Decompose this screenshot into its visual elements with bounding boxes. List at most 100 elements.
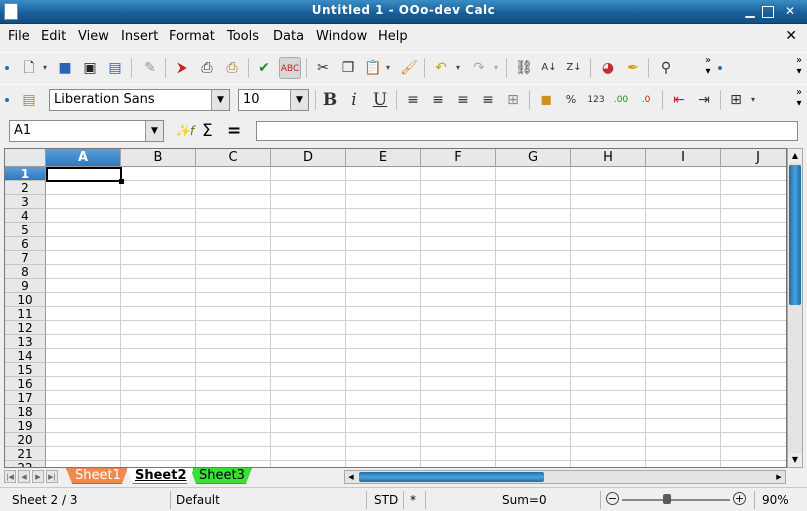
- italic-button[interactable]: i: [343, 89, 365, 111]
- chevron-down-icon[interactable]: ▼: [145, 121, 163, 141]
- redo-icon[interactable]: ↷: [468, 57, 490, 79]
- column-header-a[interactable]: A: [46, 149, 121, 167]
- row-header-10[interactable]: 10: [5, 293, 46, 307]
- row-header-2[interactable]: 2: [5, 181, 46, 195]
- zoom-slider-thumb[interactable]: [663, 494, 671, 504]
- chevron-down-icon[interactable]: ▼: [211, 90, 229, 110]
- auto-spellcheck-icon[interactable]: ABC: [279, 57, 301, 79]
- new-dropdown-icon[interactable]: ▾: [43, 63, 47, 72]
- menu-help[interactable]: Help: [378, 29, 408, 44]
- sheet-tab-sheet1[interactable]: Sheet1: [66, 468, 128, 484]
- close-document-button[interactable]: ✕: [785, 28, 797, 44]
- column-header-c[interactable]: C: [196, 149, 271, 167]
- zoom-in-button[interactable]: +: [733, 492, 746, 505]
- row-header-21[interactable]: 21: [5, 447, 46, 461]
- row-header-12[interactable]: 12: [5, 321, 46, 335]
- menu-format[interactable]: Format: [169, 29, 215, 44]
- menu-edit[interactable]: Edit: [41, 29, 66, 44]
- sum-display[interactable]: Sum=0: [502, 493, 547, 507]
- maximize-button[interactable]: [762, 6, 774, 18]
- row-header-1[interactable]: 1: [5, 167, 46, 181]
- column-header-d[interactable]: D: [271, 149, 346, 167]
- last-sheet-icon[interactable]: ▶|: [46, 470, 58, 483]
- align-center-icon[interactable]: ≡: [427, 89, 449, 111]
- name-box[interactable]: A1 ▼: [9, 120, 164, 142]
- menu-window[interactable]: Window: [316, 29, 367, 44]
- row-header-6[interactable]: 6: [5, 237, 46, 251]
- menu-file[interactable]: File: [8, 29, 30, 44]
- function-button[interactable]: =: [227, 120, 241, 142]
- align-left-icon[interactable]: ≡: [402, 89, 424, 111]
- borders-dropdown-icon[interactable]: ▾: [751, 95, 755, 104]
- styles-formatting-icon[interactable]: ▤: [18, 89, 40, 111]
- spreadsheet-grid[interactable]: ABCDEFGHIJ 1 2 3 4 5 6 7 8 9 10 11 12 13 14 15 16 17 18 19…: [4, 148, 787, 468]
- cell-area[interactable]: [46, 167, 786, 467]
- row-header-5[interactable]: 5: [5, 223, 46, 237]
- font-name-combo[interactable]: Liberation Sans ▼: [49, 89, 230, 111]
- scroll-left-icon[interactable]: ◀: [345, 471, 357, 483]
- currency-icon[interactable]: ◼: [535, 89, 557, 111]
- number-format-button[interactable]: 123: [585, 89, 607, 111]
- fill-handle[interactable]: [119, 179, 124, 184]
- merge-cells-icon[interactable]: ⊞: [502, 89, 524, 111]
- toolbar-grip-icon[interactable]: [5, 98, 9, 102]
- toolbar-grip-icon[interactable]: [5, 66, 9, 70]
- delete-decimal-icon[interactable]: .0: [635, 89, 657, 111]
- add-decimal-icon[interactable]: .00: [610, 89, 632, 111]
- row-header-18[interactable]: 18: [5, 405, 46, 419]
- edit-file-icon[interactable]: ✎: [139, 57, 161, 79]
- redo-dropdown-icon[interactable]: ▾: [494, 63, 498, 72]
- zoom-slider[interactable]: [622, 499, 730, 501]
- undo-icon[interactable]: ↶: [430, 57, 452, 79]
- row-header-20[interactable]: 20: [5, 433, 46, 447]
- sheet-tab-sheet2[interactable]: Sheet2: [126, 468, 194, 484]
- row-header-11[interactable]: 11: [5, 307, 46, 321]
- column-header-i[interactable]: I: [646, 149, 721, 167]
- align-right-icon[interactable]: ≡: [452, 89, 474, 111]
- page-style[interactable]: Default: [176, 493, 220, 507]
- spellcheck-icon[interactable]: ✔: [253, 57, 275, 79]
- menu-tools[interactable]: Tools: [227, 29, 259, 44]
- column-header-f[interactable]: F: [421, 149, 496, 167]
- horizontal-scrollbar[interactable]: ◀ ▶: [344, 470, 786, 484]
- open-icon[interactable]: ■: [54, 57, 76, 79]
- chart-icon[interactable]: ◕: [597, 57, 619, 79]
- selection-mode[interactable]: STD: [374, 493, 398, 507]
- minimize-button[interactable]: ▁: [742, 4, 758, 20]
- percent-button[interactable]: %: [560, 89, 582, 111]
- sort-ascending-icon[interactable]: A↓: [538, 57, 560, 79]
- bold-button[interactable]: B: [319, 89, 341, 111]
- row-header-13[interactable]: 13: [5, 335, 46, 349]
- undo-dropdown-icon[interactable]: ▾: [456, 63, 460, 72]
- sheet-tab-sheet3[interactable]: Sheet3: [190, 468, 252, 484]
- vertical-scroll-thumb[interactable]: [789, 165, 801, 305]
- row-header-16[interactable]: 16: [5, 377, 46, 391]
- select-all-corner[interactable]: [5, 149, 46, 167]
- column-header-j[interactable]: J: [721, 149, 786, 167]
- copy-icon[interactable]: ❐: [337, 57, 359, 79]
- column-header-e[interactable]: E: [346, 149, 421, 167]
- row-header-7[interactable]: 7: [5, 251, 46, 265]
- paste-icon[interactable]: 📋: [362, 57, 384, 79]
- toolbar-grip-icon[interactable]: [718, 66, 722, 70]
- chevron-down-icon[interactable]: ▼: [290, 90, 308, 110]
- column-header-h[interactable]: H: [571, 149, 646, 167]
- decrease-indent-icon[interactable]: ⇤: [668, 89, 690, 111]
- vertical-scrollbar[interactable]: ▲ ▼: [787, 148, 803, 468]
- sort-descending-icon[interactable]: Z↓: [563, 57, 585, 79]
- borders-icon[interactable]: ⊞: [725, 89, 747, 111]
- sum-button[interactable]: Σ: [202, 120, 213, 142]
- draw-functions-icon[interactable]: ✒: [622, 57, 644, 79]
- scroll-up-icon[interactable]: ▲: [788, 149, 802, 163]
- row-header-15[interactable]: 15: [5, 363, 46, 377]
- clone-formatting-icon[interactable]: 🖌: [398, 57, 420, 79]
- horizontal-scroll-thumb[interactable]: [359, 472, 544, 482]
- formula-input[interactable]: [256, 121, 798, 141]
- scroll-down-icon[interactable]: ▼: [788, 453, 802, 467]
- row-header-8[interactable]: 8: [5, 265, 46, 279]
- hyperlink-icon[interactable]: ⛓: [513, 57, 535, 79]
- first-sheet-icon[interactable]: |◀: [4, 470, 16, 483]
- close-window-button[interactable]: ✕: [782, 4, 798, 20]
- increase-indent-icon[interactable]: ⇥: [693, 89, 715, 111]
- save-icon[interactable]: ▣: [79, 57, 101, 79]
